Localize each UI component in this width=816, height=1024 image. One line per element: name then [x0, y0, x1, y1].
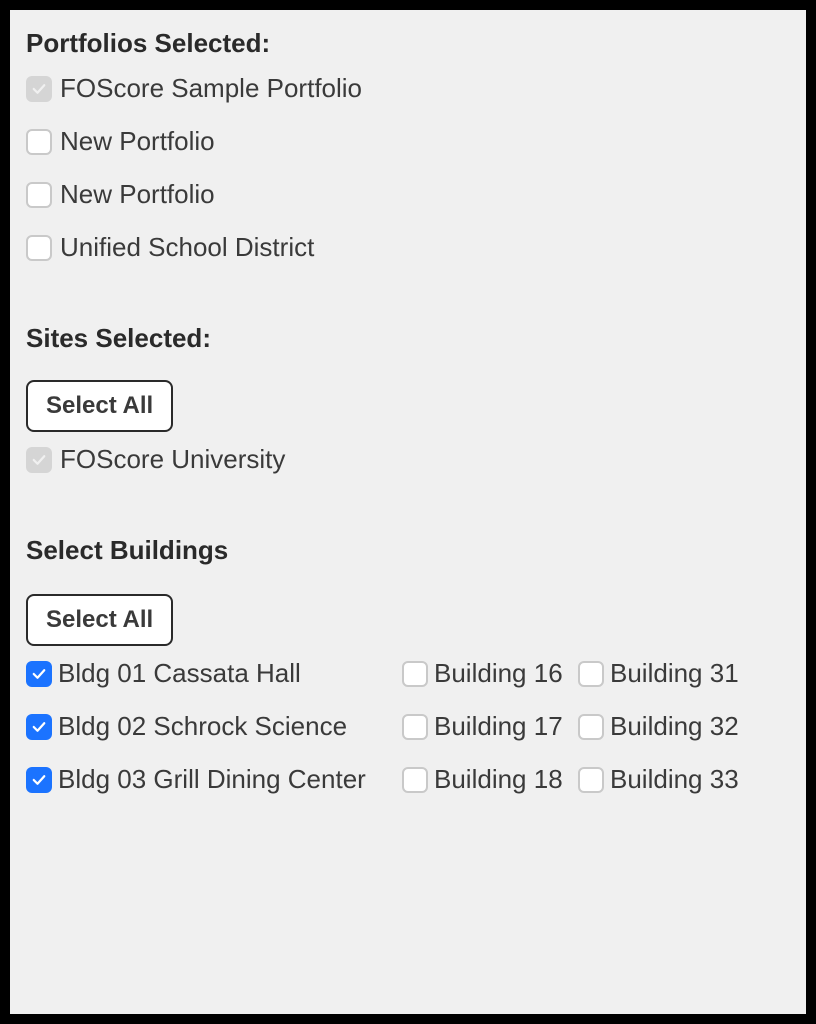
buildings-grid: Bldg 01 Cassata Hall Building 16 Buildin… — [26, 658, 790, 795]
portfolios-heading: Portfolios Selected: — [26, 28, 790, 59]
buildings-row: Bldg 01 Cassata Hall Building 16 Buildin… — [26, 658, 790, 689]
building-item: Building 16 — [402, 658, 578, 689]
checkbox-empty[interactable] — [402, 767, 428, 793]
buildings-row: Bldg 02 Schrock Science Building 17 Buil… — [26, 711, 790, 742]
building-item: Bldg 03 Grill Dining Center — [26, 764, 402, 795]
select-all-sites-button[interactable]: Select All — [26, 380, 173, 432]
checkbox-empty[interactable] — [578, 767, 604, 793]
building-label: Bldg 02 Schrock Science — [58, 711, 347, 742]
portfolio-item: FOScore Sample Portfolio — [26, 73, 790, 104]
checkbox-empty[interactable] — [26, 129, 52, 155]
building-label: Bldg 01 Cassata Hall — [58, 658, 301, 689]
building-label: Building 33 — [610, 764, 739, 795]
site-item: FOScore University — [26, 444, 790, 475]
sites-heading: Sites Selected: — [26, 323, 790, 354]
building-item: Building 18 — [402, 764, 578, 795]
selection-panel: Portfolios Selected: FOScore Sample Port… — [10, 10, 806, 1014]
portfolio-label: Unified School District — [60, 232, 314, 263]
building-item: Building 32 — [578, 711, 739, 742]
building-label: Building 18 — [434, 764, 563, 795]
checkbox-disabled-checked[interactable] — [26, 76, 52, 102]
checkbox-empty[interactable] — [402, 661, 428, 687]
building-item: Bldg 01 Cassata Hall — [26, 658, 402, 689]
checkbox-checked[interactable] — [26, 661, 52, 687]
site-label: FOScore University — [60, 444, 285, 475]
building-item: Building 33 — [578, 764, 739, 795]
buildings-heading: Select Buildings — [26, 535, 790, 566]
checkbox-empty[interactable] — [578, 714, 604, 740]
checkbox-checked[interactable] — [26, 767, 52, 793]
checkbox-disabled-checked[interactable] — [26, 447, 52, 473]
portfolio-label: FOScore Sample Portfolio — [60, 73, 362, 104]
building-label: Building 31 — [610, 658, 739, 689]
building-label: Building 32 — [610, 711, 739, 742]
building-label: Building 17 — [434, 711, 563, 742]
building-item: Building 31 — [578, 658, 739, 689]
select-all-buildings-button[interactable]: Select All — [26, 594, 173, 646]
portfolio-label: New Portfolio — [60, 126, 215, 157]
building-label: Building 16 — [434, 658, 563, 689]
buildings-row: Bldg 03 Grill Dining Center Building 18 … — [26, 764, 790, 795]
portfolio-list: FOScore Sample Portfolio New Portfolio N… — [26, 73, 790, 263]
portfolio-item: Unified School District — [26, 232, 790, 263]
building-label: Bldg 03 Grill Dining Center — [58, 764, 366, 795]
portfolio-item: New Portfolio — [26, 179, 790, 210]
checkbox-empty[interactable] — [578, 661, 604, 687]
building-item: Bldg 02 Schrock Science — [26, 711, 402, 742]
checkbox-checked[interactable] — [26, 714, 52, 740]
portfolio-label: New Portfolio — [60, 179, 215, 210]
checkbox-empty[interactable] — [402, 714, 428, 740]
checkbox-empty[interactable] — [26, 182, 52, 208]
building-item: Building 17 — [402, 711, 578, 742]
portfolio-item: New Portfolio — [26, 126, 790, 157]
checkbox-empty[interactable] — [26, 235, 52, 261]
site-list: FOScore University — [26, 444, 790, 475]
